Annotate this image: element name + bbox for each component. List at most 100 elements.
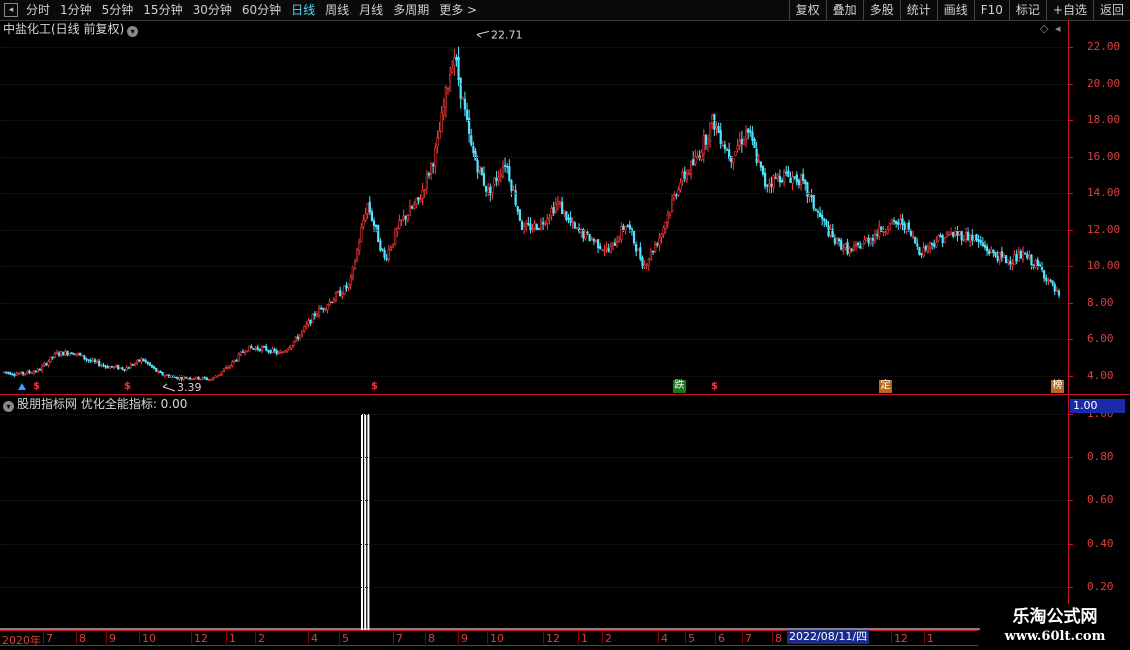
candle-down bbox=[592, 239, 595, 242]
indicator-gridline bbox=[0, 457, 1068, 459]
candle-up bbox=[721, 145, 724, 147]
candle-up bbox=[76, 353, 80, 355]
candle-up bbox=[358, 242, 361, 252]
candle-up bbox=[279, 351, 283, 354]
candle-up bbox=[935, 242, 938, 248]
candle-down bbox=[252, 348, 255, 350]
candle-up bbox=[442, 105, 445, 116]
candle-up bbox=[271, 348, 274, 353]
dollar-signal-icon[interactable]: $ bbox=[33, 381, 40, 393]
candle-down bbox=[102, 364, 105, 367]
candle-up bbox=[423, 189, 426, 191]
candle-up bbox=[389, 247, 393, 251]
candle-down bbox=[474, 150, 477, 161]
candle-up bbox=[664, 221, 667, 230]
event-badge[interactable]: 定 bbox=[879, 380, 892, 393]
candle-down bbox=[184, 376, 187, 379]
price-axis: 4.00 6.00 8.00 10.00 12.00 14.00 16.00 18.00 20.… bbox=[1068, 20, 1130, 395]
candle-down bbox=[381, 248, 384, 251]
candle-down bbox=[941, 235, 944, 243]
dollar-signal-icon[interactable]: $ bbox=[124, 381, 131, 393]
candle-up bbox=[387, 248, 390, 260]
candle-down bbox=[1004, 255, 1008, 264]
candle-down bbox=[262, 346, 266, 348]
back-button[interactable]: 返回 bbox=[1092, 0, 1130, 20]
candle-down bbox=[45, 363, 48, 366]
candle-down bbox=[153, 366, 156, 369]
candle-up bbox=[954, 230, 957, 236]
candle-up bbox=[742, 139, 746, 145]
candle-up bbox=[178, 376, 181, 380]
candle-down bbox=[70, 352, 73, 355]
indicator-chart bbox=[0, 414, 1068, 630]
candle-down bbox=[368, 201, 371, 213]
candle-down bbox=[840, 240, 843, 250]
candle-down bbox=[1000, 251, 1003, 258]
candle-down bbox=[180, 377, 183, 380]
date-label: 12 bbox=[543, 632, 560, 645]
candle-up bbox=[487, 188, 490, 193]
candle-up bbox=[768, 183, 771, 187]
candle-up bbox=[286, 348, 289, 352]
candle-down bbox=[552, 207, 555, 214]
candle-up bbox=[451, 67, 454, 73]
candle-up bbox=[292, 341, 295, 346]
candle-down bbox=[258, 348, 261, 352]
candle-up bbox=[290, 345, 293, 349]
candle-down bbox=[520, 221, 524, 231]
candle-down bbox=[516, 206, 519, 212]
dollar-signal-icon[interactable]: $ bbox=[711, 381, 718, 393]
date-label: 10 bbox=[487, 632, 504, 645]
candle-up bbox=[947, 234, 951, 236]
candle-down bbox=[127, 367, 130, 369]
date-label: 2 bbox=[255, 632, 265, 645]
candle-down bbox=[626, 225, 629, 228]
date-label: 7 bbox=[393, 632, 403, 645]
candle-down bbox=[833, 238, 836, 244]
candle-down bbox=[197, 376, 200, 380]
watermark: 乐淘公式网 www.60lt.com bbox=[980, 604, 1130, 650]
candle-up bbox=[446, 88, 450, 90]
candle-down bbox=[753, 139, 756, 149]
candle-down bbox=[7, 371, 10, 374]
candle-down bbox=[339, 290, 342, 297]
candle-up bbox=[227, 367, 230, 369]
candle-down bbox=[98, 360, 101, 367]
candle-up bbox=[402, 215, 405, 220]
dollar-signal-icon[interactable]: $ bbox=[371, 381, 378, 393]
event-badge[interactable]: 榜 bbox=[1051, 380, 1064, 393]
candle-up bbox=[60, 351, 63, 356]
candle-down bbox=[565, 211, 568, 221]
candle-up bbox=[844, 243, 847, 248]
candle-up bbox=[546, 218, 549, 224]
candle-up bbox=[277, 351, 280, 354]
candle-up bbox=[68, 352, 71, 356]
date-label: 5 bbox=[685, 632, 695, 645]
candle-down bbox=[476, 160, 479, 173]
pane-divider[interactable] bbox=[0, 394, 1130, 395]
candle-up bbox=[1017, 252, 1020, 262]
candle-down bbox=[34, 370, 37, 373]
candle-up bbox=[260, 346, 264, 352]
candle-down bbox=[28, 370, 31, 373]
candle-down bbox=[569, 217, 572, 223]
candle-up bbox=[1028, 254, 1031, 258]
indicator-signal-bar bbox=[364, 414, 367, 630]
candle-up bbox=[43, 363, 46, 366]
indicator-gridline bbox=[0, 414, 1068, 415]
candle-up bbox=[658, 237, 661, 246]
candle-up bbox=[497, 176, 500, 181]
candle-up bbox=[571, 221, 574, 224]
candle-down bbox=[131, 364, 135, 366]
candle-up bbox=[969, 235, 972, 242]
candle-up bbox=[74, 353, 78, 356]
candle-down bbox=[527, 222, 530, 225]
candle-down bbox=[417, 196, 420, 201]
candle-down bbox=[952, 231, 955, 237]
candle-up bbox=[873, 233, 877, 242]
candle-down bbox=[933, 243, 936, 247]
event-badge[interactable]: 跌 bbox=[673, 380, 686, 393]
candle-down bbox=[818, 212, 822, 217]
candle-up bbox=[842, 248, 845, 251]
candle-up bbox=[186, 377, 190, 380]
